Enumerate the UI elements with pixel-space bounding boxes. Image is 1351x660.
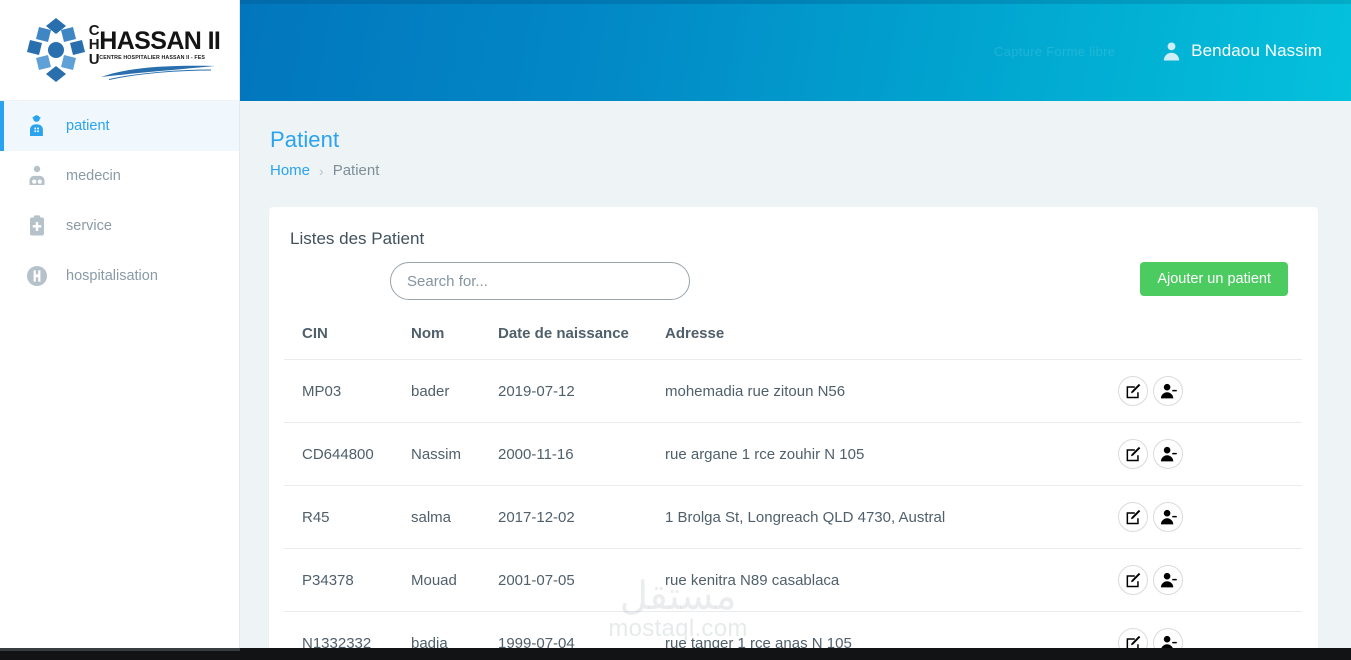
user-minus-icon	[1160, 383, 1177, 399]
top-header-bar: Capture Forme libre Bendaou Nassim	[240, 0, 1351, 101]
sidebar-item-service[interactable]: service	[0, 201, 239, 251]
cell-cin: R45	[284, 485, 393, 549]
edit-pencil-square-icon	[1125, 509, 1141, 525]
patients-table: CIN Nom Date de naissance Adresse MP03 ba…	[284, 317, 1302, 660]
patients-card: Listes des Patient Ajouter un patient CI…	[269, 207, 1318, 660]
table-row: P34378 Mouad 2001-07-05 rue kenitra N89 cas…	[284, 548, 1302, 612]
cell-actions	[1042, 548, 1302, 612]
cell-nom: Mouad	[393, 548, 480, 612]
cell-actions	[1042, 485, 1302, 549]
logo-swoosh-icon	[101, 65, 216, 80]
row-action-group	[1060, 439, 1302, 469]
sidebar-item-medecin[interactable]: medecin	[0, 151, 239, 201]
cell-date-naissance: 2001-07-05	[480, 548, 647, 612]
column-header-cin: CIN	[284, 317, 393, 360]
chu-flower-logo-icon	[26, 18, 85, 82]
sidebar-item-label-service: service	[66, 218, 112, 234]
table-header-row: CIN Nom Date de naissance Adresse	[284, 317, 1302, 360]
page-header: Patient Home › Patient	[240, 101, 1351, 179]
user-avatar-icon	[1163, 41, 1180, 60]
patient-icon	[24, 113, 50, 139]
sidebar-item-patient[interactable]: patient	[0, 101, 239, 151]
cell-adresse: rue kenitra N89 casablaca	[647, 548, 1042, 612]
user-menu[interactable]: Bendaou Nassim	[1162, 41, 1322, 61]
edit-pencil-square-icon	[1125, 383, 1141, 399]
cell-adresse: rue argane 1 rce zouhir N 105	[647, 422, 1042, 486]
add-patient-button[interactable]: Ajouter un patient	[1140, 262, 1288, 296]
search-input[interactable]	[390, 262, 690, 300]
sidebar-item-label-patient: patient	[66, 118, 110, 134]
bottom-dark-strip	[0, 648, 1351, 660]
brand-logo[interactable]: C H U HASSAN II CENTRE HOSPITALIER HASSA…	[0, 0, 239, 101]
logo-main-text: HASSAN II	[99, 26, 221, 55]
sidebar-item-label-hospitalisation: hospitalisation	[66, 268, 158, 284]
breadcrumb-current: Patient	[332, 162, 380, 179]
column-header-actions	[1042, 317, 1302, 360]
table-row: MP03 bader 2019-07-12 mohemadia rue zitoun …	[284, 359, 1302, 423]
doctor-icon	[24, 163, 50, 189]
page-title: Patient	[270, 127, 340, 152]
capture-tool-watermark: Capture Forme libre	[994, 44, 1116, 59]
column-header-adresse: Adresse	[647, 317, 1042, 360]
sidebar-nav: patient medecin service hospitalisation	[0, 101, 239, 301]
user-minus-icon	[1160, 446, 1177, 462]
logo-subtitle: CENTRE HOSPITALIER HASSAN II - FES	[99, 54, 206, 61]
table-row: R45 salma 2017-12-02 1 Brolga St, Longreach…	[284, 485, 1302, 549]
table-row: CD644800 Nassim 2000-11-16 rue argane 1 rce…	[284, 422, 1302, 486]
user-minus-icon	[1160, 509, 1177, 525]
cell-nom: salma	[393, 485, 480, 549]
edit-pencil-square-icon	[1125, 446, 1141, 462]
column-header-nom: Nom	[393, 317, 480, 360]
cell-actions	[1042, 359, 1302, 423]
sidebar: C H U HASSAN II CENTRE HOSPITALIER HASSA…	[0, 0, 240, 648]
remove-patient-button[interactable]	[1153, 502, 1183, 532]
remove-patient-button[interactable]	[1153, 565, 1183, 595]
row-action-group	[1060, 502, 1302, 532]
edit-patient-button[interactable]	[1118, 439, 1148, 469]
logo-letter-u: U	[88, 50, 100, 68]
edit-patient-button[interactable]	[1118, 565, 1148, 595]
sidebar-item-label-medecin: medecin	[66, 168, 121, 184]
breadcrumb: Home › Patient	[270, 162, 1351, 179]
header-top-strip	[240, 0, 1351, 4]
app-root: C H U HASSAN II CENTRE HOSPITALIER HASSA…	[0, 0, 1351, 660]
edit-pencil-square-icon	[1125, 572, 1141, 588]
cell-date-naissance: 2017-12-02	[480, 485, 647, 549]
cell-cin: P34378	[284, 548, 393, 612]
card-title: Listes des Patient	[290, 229, 425, 248]
cell-nom: Nassim	[393, 422, 480, 486]
remove-patient-button[interactable]	[1153, 439, 1183, 469]
chu-letters: C H U	[89, 21, 100, 68]
cell-adresse: 1 Brolga St, Longreach QLD 4730, Austral	[647, 485, 1042, 549]
cell-actions	[1042, 422, 1302, 486]
breadcrumb-home-link[interactable]: Home	[270, 162, 310, 179]
row-action-group	[1060, 565, 1302, 595]
edit-patient-button[interactable]	[1118, 502, 1148, 532]
clipboard-medical-icon	[24, 213, 50, 239]
table-head: CIN Nom Date de naissance Adresse	[284, 317, 1302, 360]
cell-cin: MP03	[284, 359, 393, 423]
cell-nom: bader	[393, 359, 480, 423]
edit-patient-button[interactable]	[1118, 376, 1148, 406]
bottom-strip-highlight	[0, 648, 240, 651]
hospital-h-icon	[24, 263, 50, 289]
user-name-label: Bendaou Nassim	[1191, 40, 1322, 60]
row-action-group	[1060, 376, 1302, 406]
cell-date-naissance: 2000-11-16	[480, 422, 647, 486]
cell-adresse: mohemadia rue zitoun N56	[647, 359, 1042, 423]
user-minus-icon	[1160, 572, 1177, 588]
column-header-date-naissance: Date de naissance	[480, 317, 647, 360]
sidebar-item-hospitalisation[interactable]: hospitalisation	[0, 251, 239, 301]
cell-date-naissance: 2019-07-12	[480, 359, 647, 423]
table-body: MP03 bader 2019-07-12 mohemadia rue zitoun …	[284, 359, 1302, 660]
cell-cin: CD644800	[284, 422, 393, 486]
remove-patient-button[interactable]	[1153, 376, 1183, 406]
card-toolbar: Ajouter un patient	[269, 255, 1318, 317]
chevron-right-icon: ›	[319, 162, 324, 179]
